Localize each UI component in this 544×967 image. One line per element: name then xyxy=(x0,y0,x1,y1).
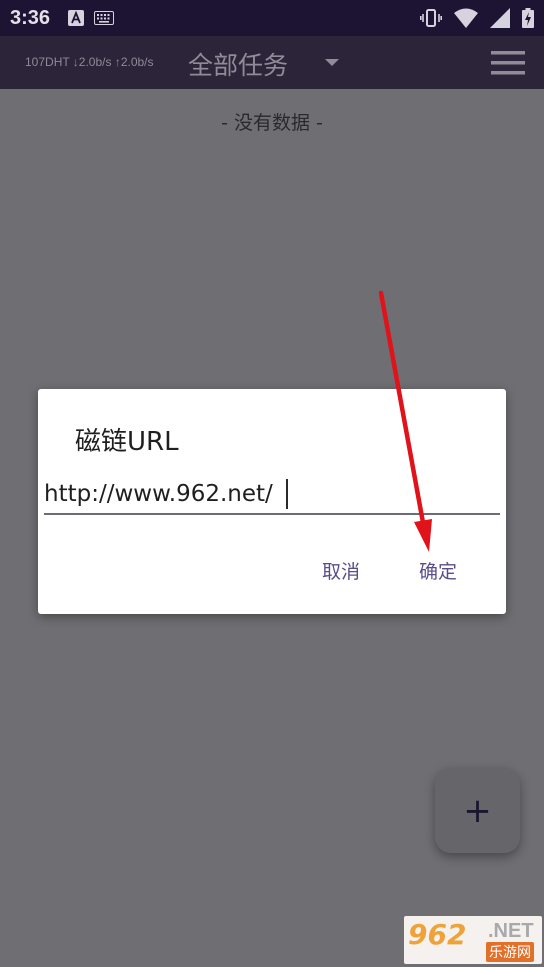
menu-icon[interactable] xyxy=(491,51,525,75)
status-bar: 3:36 xyxy=(0,0,544,36)
dialog-title: 磁链URL xyxy=(75,427,179,457)
magnet-url-input[interactable] xyxy=(44,475,500,515)
plus-icon: + xyxy=(463,790,492,831)
watermark-sub: 乐游网 xyxy=(486,942,534,962)
add-task-button[interactable]: + xyxy=(435,768,520,853)
keyboard-icon xyxy=(94,11,115,25)
watermark-net: .NET xyxy=(488,920,534,942)
status-right-icons xyxy=(420,8,534,28)
wifi-icon xyxy=(454,8,478,28)
confirm-button[interactable]: 确定 xyxy=(419,557,457,584)
site-watermark-logo: 962 .NET 乐游网 xyxy=(404,916,542,964)
speed-info: 107DHT ↓2.0b/s ↑2.0b/s xyxy=(25,55,154,69)
dropdown-arrow-icon[interactable] xyxy=(324,58,340,68)
cell-signal-icon xyxy=(490,8,510,28)
magnet-url-dialog: 磁链URL 取消 确定 xyxy=(38,389,506,614)
vibrate-icon xyxy=(420,9,442,27)
app-bar: 107DHT ↓2.0b/s ↑2.0b/s 全部任务 xyxy=(0,36,544,89)
cancel-button[interactable]: 取消 xyxy=(322,557,360,584)
status-time: 3:36 xyxy=(10,6,51,29)
watermark-number: 962 xyxy=(408,918,467,951)
task-filter-title[interactable]: 全部任务 xyxy=(188,46,288,82)
battery-charging-icon xyxy=(522,8,534,28)
text-cursor xyxy=(286,479,288,509)
empty-list-text: - 没有数据 - xyxy=(221,112,323,134)
text-notification-icon xyxy=(68,10,85,26)
